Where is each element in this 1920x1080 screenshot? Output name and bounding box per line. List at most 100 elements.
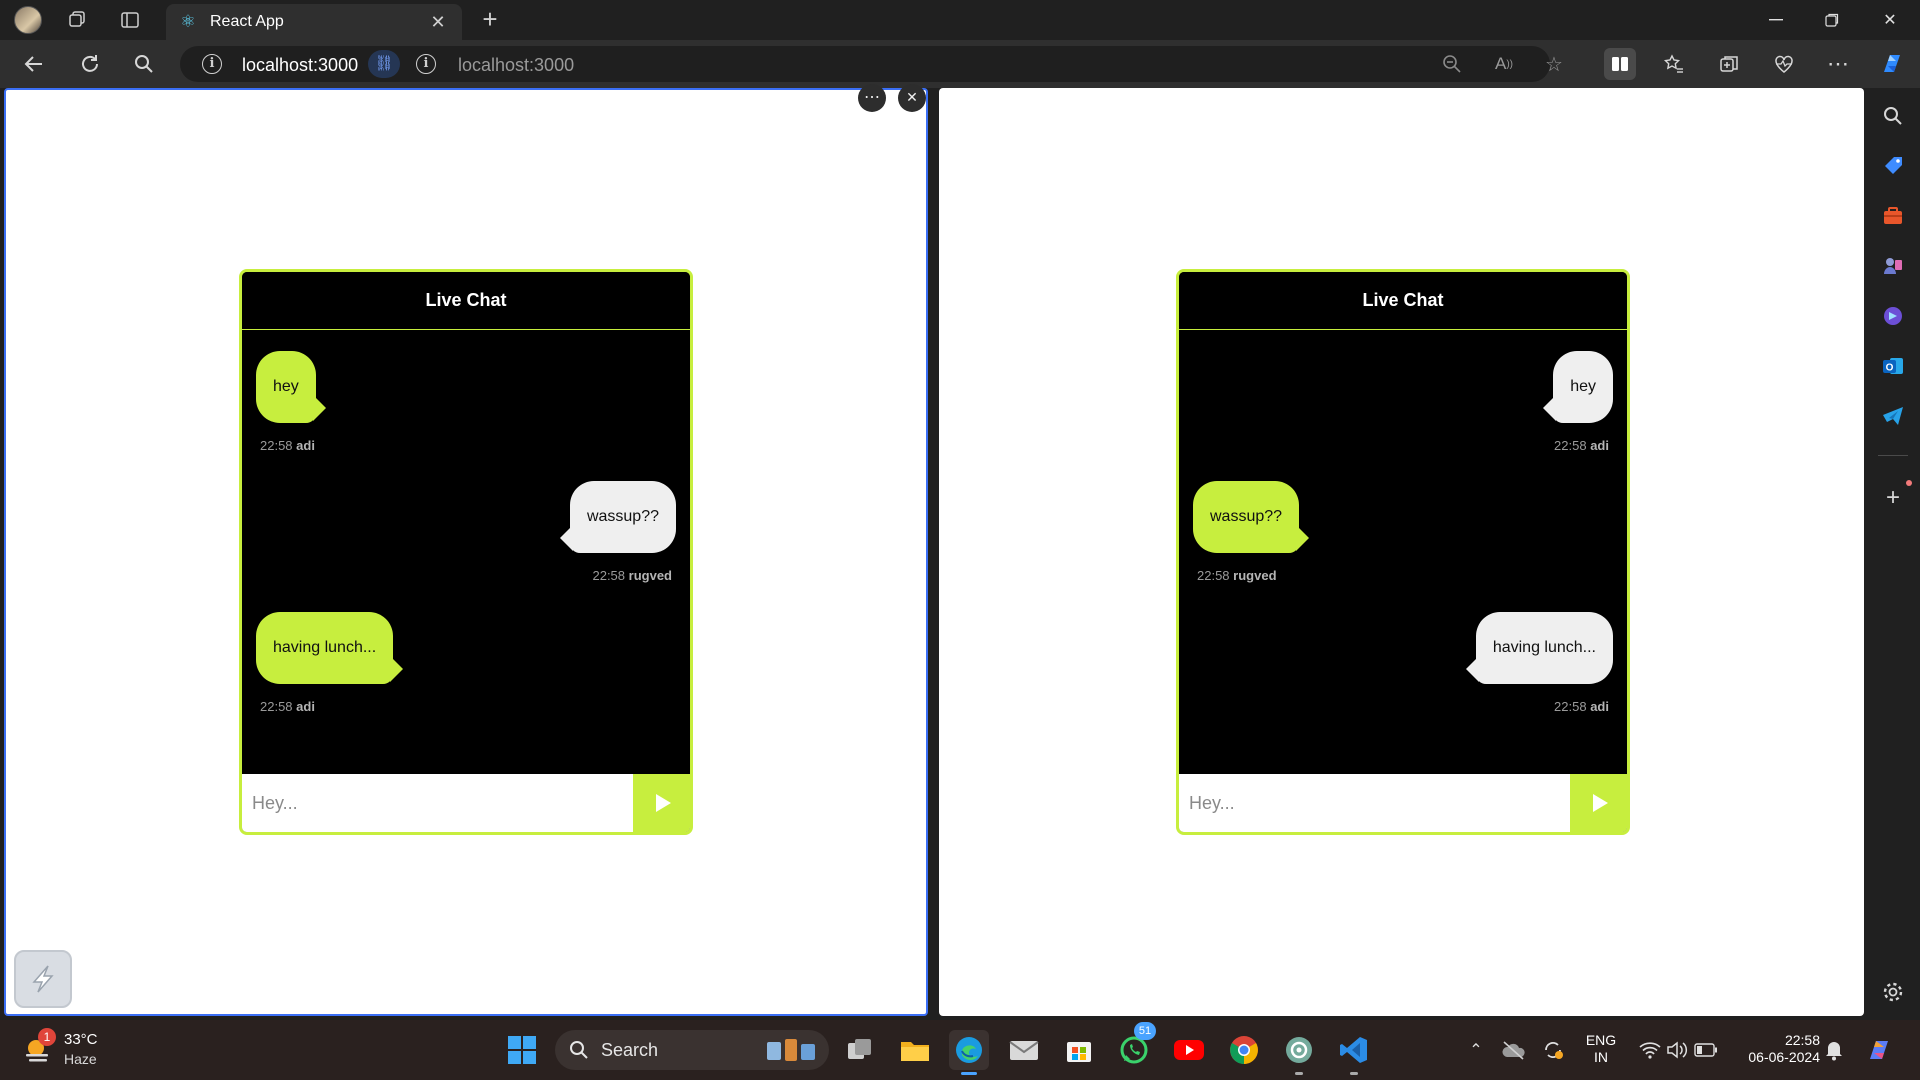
start-button[interactable]: [502, 1030, 542, 1070]
bubble-tail: [1465, 656, 1479, 682]
sidebar-settings-icon[interactable]: [1879, 978, 1907, 1006]
mail-icon: [1009, 1041, 1039, 1060]
copilot-taskbar-icon[interactable]: [1860, 1030, 1900, 1070]
message-text: hey: [273, 378, 299, 395]
profile-avatar[interactable]: [14, 6, 42, 34]
chat-messages: hey 22:58 adi wassup?? 22:58 rugved havi…: [1179, 330, 1627, 780]
favorites-icon[interactable]: [1658, 48, 1690, 80]
chat-header: Live Chat: [242, 272, 690, 330]
message-bubble: having lunch...: [256, 612, 404, 684]
message-meta: 22:58 adi: [260, 699, 393, 714]
message-time: 22:58: [260, 699, 293, 714]
task-view-button[interactable]: [840, 1030, 880, 1070]
message-time: 22:58: [592, 568, 626, 583]
search-label: Search: [601, 1039, 659, 1060]
settings-more-icon[interactable]: ⋯: [1822, 48, 1854, 80]
sidebar-search-icon[interactable]: [1879, 102, 1907, 130]
message-time: 22:58: [260, 438, 293, 453]
message-time: 22:58: [1554, 438, 1587, 453]
weather-badge: 1: [38, 1028, 56, 1046]
mail-button[interactable]: [1004, 1030, 1044, 1070]
shopping-tag-icon[interactable]: [1879, 152, 1907, 180]
back-icon[interactable]: [18, 48, 50, 80]
battery-icon[interactable]: [1686, 1030, 1726, 1070]
notification-bell-icon[interactable]: [1814, 1030, 1854, 1070]
outlook-icon[interactable]: O: [1879, 352, 1907, 380]
message-author: adi: [1590, 438, 1609, 453]
browser-essentials-icon[interactable]: [1768, 48, 1800, 80]
read-aloud-icon[interactable]: A)): [1488, 48, 1520, 80]
youtube-icon: [1174, 1040, 1204, 1060]
site-info-icon-secondary[interactable]: i: [416, 54, 436, 74]
file-explorer-button[interactable]: [895, 1030, 935, 1070]
sync-icon[interactable]: [1533, 1030, 1573, 1070]
favorite-star-icon[interactable]: ☆: [1538, 48, 1570, 80]
send-button[interactable]: [633, 774, 690, 832]
copilot-icon[interactable]: [1876, 48, 1908, 80]
chat-composer: [242, 774, 690, 832]
store-button[interactable]: [1059, 1030, 1099, 1070]
task-view-icon: [848, 1039, 871, 1059]
message-input[interactable]: [242, 774, 633, 832]
message-author: adi: [1590, 699, 1609, 714]
address-bar[interactable]: i localhost:3000 ⛓ i localhost:3000: [180, 46, 1550, 82]
tab-react-app[interactable]: ⚛ React App ✕: [166, 4, 462, 40]
language-code: ENG: [1585, 1032, 1617, 1048]
pane-close-button[interactable]: ✕: [898, 84, 926, 112]
restore-button[interactable]: [1804, 0, 1860, 40]
minimize-button[interactable]: [1748, 0, 1804, 40]
chrome-button[interactable]: [1224, 1030, 1264, 1070]
message-item: having lunch... 22:58 adi: [256, 612, 404, 714]
youtube-button[interactable]: [1169, 1030, 1209, 1070]
pane-more-button[interactable]: ⋯: [858, 84, 886, 112]
games-icon[interactable]: [1879, 252, 1907, 280]
active-indicator: [961, 1072, 977, 1075]
message-author: rugved: [1233, 568, 1277, 583]
link-icon[interactable]: ⛓: [368, 50, 400, 78]
bubble-tail: [1543, 395, 1557, 421]
address-toolbar: i localhost:3000 ⛓ i localhost:3000 A)) …: [0, 40, 1920, 88]
language-indicator[interactable]: ENG IN: [1580, 1032, 1622, 1066]
taskbar-search[interactable]: Search: [555, 1030, 829, 1070]
whatsapp-badge: 51: [1134, 1022, 1156, 1040]
close-window-button[interactable]: ✕: [1862, 0, 1918, 40]
collections-icon[interactable]: [1713, 48, 1745, 80]
clock[interactable]: 22:58 06-06-2024: [1736, 1032, 1820, 1066]
refresh-icon[interactable]: [74, 48, 106, 80]
message-meta: 22:58 rugved: [1197, 568, 1299, 583]
search-icon[interactable]: [128, 48, 160, 80]
message-input[interactable]: [1179, 774, 1570, 832]
message-bubble: having lunch...: [1465, 612, 1613, 684]
tools-briefcase-icon[interactable]: [1879, 202, 1907, 230]
url-text-secondary: localhost:3000: [458, 55, 575, 75]
workspaces-icon[interactable]: [63, 6, 91, 34]
vscode-button[interactable]: [1334, 1030, 1374, 1075]
new-tab-button[interactable]: +: [476, 6, 504, 34]
edge-taskbar-button[interactable]: [949, 1030, 989, 1075]
tab-title: React App: [210, 13, 284, 30]
message-item: hey 22:58 adi: [256, 351, 326, 453]
floating-extension-button[interactable]: [14, 950, 72, 1008]
chatgpt-icon: [1286, 1037, 1312, 1063]
add-sidebar-app-icon[interactable]: +: [1879, 484, 1907, 512]
tab-actions-icon[interactable]: [116, 6, 144, 34]
weather-widget[interactable]: 1: [20, 1028, 56, 1068]
store-icon: [1067, 1042, 1091, 1062]
zoom-out-icon[interactable]: [1436, 48, 1468, 80]
site-info-icon[interactable]: i: [202, 54, 222, 74]
chatgpt-button[interactable]: [1279, 1030, 1319, 1075]
send-telegram-icon[interactable]: [1879, 402, 1907, 430]
send-button[interactable]: [1570, 774, 1627, 832]
message-item: wassup?? 22:58 rugved: [559, 481, 676, 583]
message-bubble: wassup??: [559, 481, 676, 553]
whatsapp-button[interactable]: 51: [1114, 1022, 1156, 1070]
split-screen-icon[interactable]: [1604, 48, 1636, 80]
svg-text:O: O: [1886, 363, 1894, 374]
weather-temp: 33°C: [64, 1031, 98, 1048]
tab-close-icon[interactable]: ✕: [426, 12, 450, 33]
onedrive-icon[interactable]: [1494, 1030, 1534, 1070]
copilot-sidebar-icon[interactable]: [1879, 302, 1907, 330]
send-icon: [655, 794, 671, 812]
tray-overflow-chevron-icon[interactable]: ⌃: [1456, 1030, 1496, 1070]
message-time: 22:58: [1554, 699, 1587, 714]
